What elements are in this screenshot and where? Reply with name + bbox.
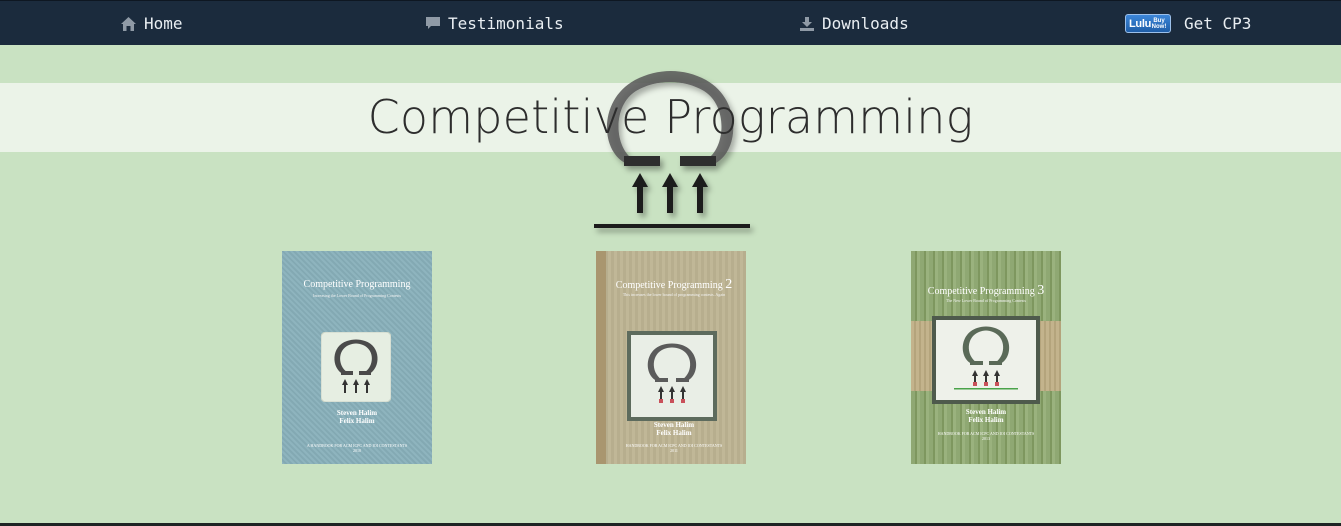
book-footer: HANDBOOK FOR ACM ICPC AND IOI CONTESTANT… <box>911 431 1061 441</box>
book-cover-cp3[interactable]: Competitive Programming 3 The New Lower … <box>911 251 1061 464</box>
lulu-brand-label: Lulu <box>1129 17 1152 30</box>
book-footer: A HANDBOOK FOR ACM ICPC AND IOI CONTESTA… <box>282 443 432 453</box>
book-cover-cp2[interactable]: Competitive Programming 2 This increases… <box>596 251 746 464</box>
book-title-text: Competitive Programming <box>615 280 723 291</box>
buy-now-label: Buy Now! <box>1151 17 1167 30</box>
lulu-buy-now-badge[interactable]: Lulu Buy Now! <box>1125 14 1171 33</box>
book-year: 2011 <box>670 448 678 453</box>
book-edition: 2 <box>725 277 733 292</box>
nav-downloads-label: Downloads <box>822 14 909 33</box>
nav-get-cp3-label: Get CP3 <box>1184 14 1252 33</box>
omega-arrows-logo-icon <box>594 71 750 228</box>
nav-testimonials-link[interactable]: Testimonials <box>426 1 564 46</box>
book-author-1: Steven Halim <box>336 409 378 417</box>
book-authors: Steven Halim Felix Halim <box>596 421 746 437</box>
book-subtitle: This increases the lower bound of progra… <box>622 292 726 297</box>
home-icon <box>121 16 136 31</box>
book-authors: Steven Halim Felix Halim <box>282 409 432 425</box>
top-navbar: Home Testimonials Downloads Lulu Buy Now… <box>0 0 1341 45</box>
book-author-2: Felix Halim <box>968 416 1004 424</box>
book-year: 2013 <box>982 436 990 441</box>
book-title: Competitive Programming <box>303 279 411 290</box>
book-year: 2010 <box>353 448 361 453</box>
nav-testimonials-label: Testimonials <box>448 14 564 33</box>
book-title: Competitive Programming 3 <box>911 283 1061 299</box>
omega-emblem-icon <box>627 331 717 421</box>
book-edition: 3 <box>1037 283 1045 298</box>
book-footer: HANDBOOK FOR ACM ICPC AND IOI CONTESTANT… <box>596 443 746 453</box>
nav-get-cp3-link[interactable]: Lulu Buy Now! Get CP3 <box>1125 1 1251 46</box>
book-subtitle: The New Lower Bound of Programming Conte… <box>946 298 1026 303</box>
nav-home-link[interactable]: Home <box>121 1 183 46</box>
omega-emblem-icon <box>321 332 391 402</box>
book-author-2: Felix Halim <box>656 429 692 437</box>
book-authors: Steven Halim Felix Halim <box>911 408 1061 424</box>
omega-emblem-icon <box>932 316 1040 404</box>
book-subtitle: Increasing the Lower Bound of Programmin… <box>313 293 401 298</box>
comment-icon <box>426 17 440 30</box>
nav-downloads-link[interactable]: Downloads <box>800 1 909 46</box>
book-cover-cp1[interactable]: Competitive Programming Increasing the L… <box>282 251 432 464</box>
book-title: Competitive Programming 2 <box>596 277 746 293</box>
download-icon <box>800 16 814 31</box>
book-author-2: Felix Halim <box>339 417 375 425</box>
book-author-1: Steven Halim <box>653 421 695 429</box>
nav-home-label: Home <box>144 14 183 33</box>
book-title-text: Competitive Programming <box>927 286 1035 297</box>
page-title: Competitive Programming <box>367 90 974 144</box>
book-author-1: Steven Halim <box>965 408 1007 416</box>
